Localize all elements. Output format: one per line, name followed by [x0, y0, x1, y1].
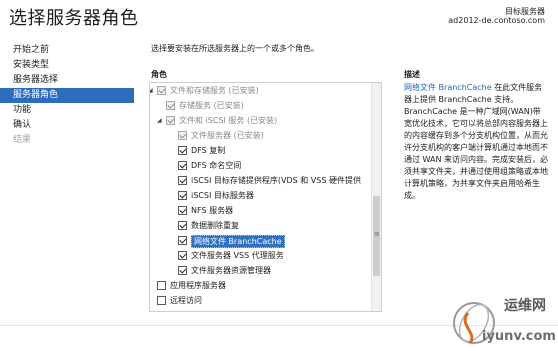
role-label: 文件服务器 (已安装)	[191, 131, 264, 140]
role-checkbox[interactable]	[178, 236, 187, 245]
description-header: 描述	[404, 70, 420, 79]
role-row[interactable]: iSCSI 目标存储提供程序(VDS 和 VSS 硬件提供	[150, 173, 381, 188]
role-label: 文件和存储服务 (已安装)	[170, 86, 259, 95]
role-row[interactable]: DFS 命名空间	[150, 158, 381, 173]
role-description: 网络文件 BranchCache 在此文件服务器上提供 BranchCache …	[404, 82, 548, 202]
role-row[interactable]: 数据删除重复	[150, 218, 381, 233]
nav-item-confirmation[interactable]: 确认	[0, 118, 134, 133]
page-title: 选择服务器角色	[9, 8, 139, 29]
role-label: DFS 命名空间	[191, 161, 242, 170]
instruction-text: 选择要安装在所选服务器上的一个或多个角色。	[151, 44, 319, 53]
role-checkbox[interactable]	[178, 131, 187, 140]
role-checkbox[interactable]	[157, 296, 166, 305]
role-label: 存储服务 (已安装)	[179, 101, 244, 110]
role-row[interactable]: 存储服务 (已安装)	[150, 98, 381, 113]
role-row[interactable]: 应用程序服务器	[150, 278, 381, 293]
role-row[interactable]: ◢ 文件和 iSCSI 服务 (已安装)	[150, 113, 381, 128]
role-checkbox[interactable]	[166, 101, 175, 110]
role-row[interactable]: 文件服务器资源管理器	[150, 263, 381, 278]
role-checkbox[interactable]	[178, 146, 187, 155]
wizard-nav: 开始之前 安装类型 服务器选择 服务器角色 功能 确认 结果	[0, 43, 134, 148]
role-checkbox[interactable]	[157, 281, 166, 290]
nav-item-server-selection[interactable]: 服务器选择	[0, 73, 134, 88]
grip-icon: ≡	[374, 230, 380, 238]
role-label: 文件和 iSCSI 服务 (已安装)	[179, 116, 278, 125]
role-checkbox[interactable]	[178, 176, 187, 185]
expand-collapse-icon[interactable]: ◢	[157, 117, 164, 124]
nav-item-installation-type[interactable]: 安装类型	[0, 58, 134, 73]
role-row[interactable]: DFS 复制	[150, 143, 381, 158]
nav-item-results: 结果	[13, 135, 32, 145]
role-checkbox[interactable]	[178, 206, 187, 215]
role-checkbox[interactable]	[178, 191, 187, 200]
target-server-name: ad2012-de.contoso.com	[448, 16, 545, 25]
role-row[interactable]: 远程访问	[150, 293, 381, 308]
role-label: 应用程序服务器	[170, 281, 226, 290]
watermark: 运维网 iyunv.com	[448, 295, 556, 349]
role-checkbox[interactable]	[178, 221, 187, 230]
role-label: iSCSI 目标服务器	[191, 191, 254, 200]
role-label: 数据删除重复	[191, 221, 239, 230]
watermark-text-cn: 运维网	[504, 298, 546, 314]
description-link[interactable]: 网络文件 BranchCache	[404, 83, 492, 92]
nav-item-server-roles[interactable]: 服务器角色	[0, 88, 134, 103]
role-checkbox[interactable]	[166, 116, 175, 125]
role-label: NFS 服务器	[191, 206, 234, 215]
roles-scrollbar[interactable]: ≡	[371, 83, 381, 311]
role-label: 网络文件 BranchCache	[191, 235, 285, 248]
role-row[interactable]: iSCSI 目标服务器	[150, 188, 381, 203]
watermark-text-en: iyunv.com	[482, 329, 556, 344]
nav-item-features[interactable]: 功能	[0, 103, 134, 118]
description-body: 在此文件服务器上提供 BranchCache 支持。BranchCache 是一…	[404, 83, 549, 200]
roles-header: 角色	[151, 70, 167, 79]
role-row[interactable]: 文件服务器 (已安装)	[150, 128, 381, 143]
role-label: iSCSI 目标存储提供程序(VDS 和 VSS 硬件提供	[191, 176, 361, 185]
role-checkbox[interactable]	[178, 266, 187, 275]
role-label: 文件服务器资源管理器	[191, 266, 271, 275]
role-checkbox[interactable]	[178, 251, 187, 260]
scrollbar-thumb[interactable]: ≡	[373, 196, 380, 276]
role-row[interactable]: 网络文件 BranchCache	[150, 233, 381, 248]
role-row[interactable]: 文件服务器 VSS 代理服务	[150, 248, 381, 263]
role-label: 远程访问	[170, 296, 202, 305]
role-checkbox[interactable]	[157, 86, 166, 95]
role-row[interactable]: NFS 服务器	[150, 203, 381, 218]
expand-collapse-icon[interactable]: ◢	[150, 87, 155, 94]
nav-item-before-you-begin[interactable]: 开始之前	[0, 43, 134, 58]
role-label: 文件服务器 VSS 代理服务	[191, 251, 284, 260]
role-checkbox[interactable]	[178, 161, 187, 170]
roles-tree[interactable]: ◢ 文件和存储服务 (已安装) 存储服务 (已安装) ◢ 文件和 iSCSI 服务 (已…	[149, 82, 382, 312]
role-label: DFS 复制	[191, 146, 226, 155]
role-row[interactable]: ◢ 文件和存储服务 (已安装)	[150, 83, 381, 98]
